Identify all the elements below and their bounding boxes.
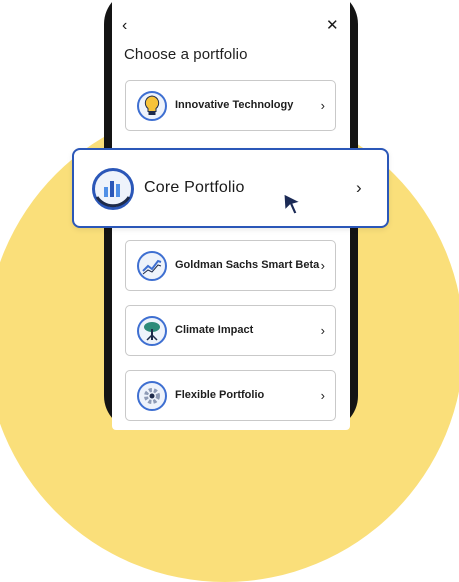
portfolio-label: Goldman Sachs Smart Beta (175, 259, 320, 271)
trend-line-icon (137, 251, 167, 281)
back-icon[interactable]: ‹ (122, 16, 127, 36)
portfolio-card-climate-impact[interactable]: Climate Impact › (125, 305, 336, 356)
portfolio-card-innovative-technology[interactable]: Innovative Technology › (125, 80, 336, 131)
lightbulb-icon (137, 91, 167, 121)
close-icon[interactable]: ✕ (326, 16, 339, 36)
chevron-right-icon: › (320, 388, 325, 403)
chevron-right-icon: › (320, 98, 325, 113)
chevron-right-icon: › (320, 258, 325, 273)
portfolio-card-flexible[interactable]: Flexible Portfolio › (125, 370, 336, 421)
portfolio-card-smart-beta[interactable]: Goldman Sachs Smart Beta › (125, 240, 336, 291)
chevron-right-icon: › (356, 178, 362, 197)
portfolio-label: Climate Impact (175, 324, 254, 336)
portfolio-label: Flexible Portfolio (175, 389, 265, 401)
bar-chart-icon (92, 168, 134, 210)
portfolio-card-core-portfolio[interactable]: Core Portfolio › (72, 148, 389, 228)
mouse-pointer-icon (283, 193, 302, 215)
tree-icon (137, 316, 167, 346)
chevron-right-icon: › (320, 323, 325, 338)
portfolio-label: Core Portfolio (144, 179, 245, 196)
page-title: Choose a portfolio (124, 46, 248, 63)
portfolio-label: Innovative Technology (175, 99, 294, 111)
gear-icon (137, 381, 167, 411)
